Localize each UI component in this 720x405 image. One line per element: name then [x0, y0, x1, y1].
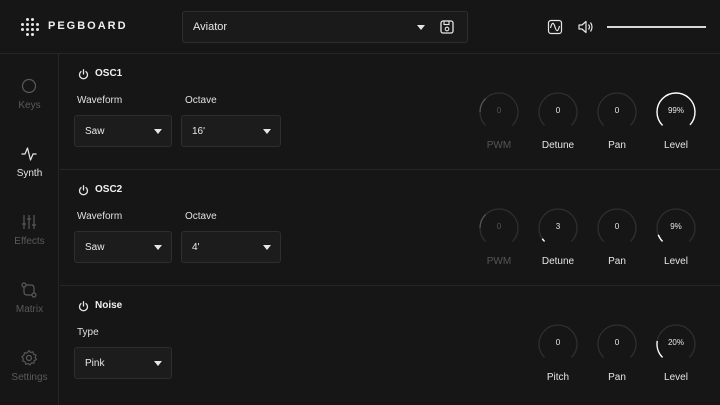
sidebar-item-label: Effects — [14, 236, 45, 247]
app-brand: PEGBOARD — [48, 20, 128, 32]
logo-dot — [31, 28, 34, 31]
routing-icon — [21, 282, 37, 298]
osc2-section: OSC2 Waveform Octave Saw 4' 0 PWM 3 Detu… — [60, 170, 720, 286]
sidebar-item-label: Keys — [18, 100, 41, 111]
logo-dot — [31, 18, 34, 21]
sidebar-item-effects[interactable]: Effects — [0, 213, 59, 273]
logo-dot — [21, 23, 24, 26]
noise-section: Noise Type Pink 0 Pitch 0 Pan 20% Level — [60, 286, 720, 402]
volume-slider[interactable] — [607, 26, 706, 28]
gear-icon — [21, 349, 38, 366]
preset-selector[interactable]: Aviator — [182, 11, 468, 43]
octave-value: 4' — [192, 242, 200, 253]
sliders-icon — [22, 215, 36, 229]
logo-dot — [36, 28, 39, 31]
level-knob[interactable]: 20% Level — [655, 323, 697, 383]
knob-value: 20% — [667, 338, 684, 347]
knob-label: Level — [664, 372, 688, 383]
logo-dot — [26, 18, 29, 21]
waveform-label: Waveform — [77, 211, 123, 222]
power-icon[interactable] — [78, 301, 89, 312]
knob-value: 0 — [614, 106, 620, 115]
osc1-title: OSC1 — [95, 68, 123, 79]
sidebar-item-label: Synth — [16, 168, 43, 179]
preset-name: Aviator — [193, 21, 228, 33]
sidebar-item-settings[interactable]: Settings — [0, 349, 59, 405]
pan-knob[interactable]: 0 Pan — [596, 91, 638, 151]
pitch-knob[interactable]: 0 Pitch — [537, 323, 579, 383]
circle-icon — [21, 78, 37, 94]
pwm-knob[interactable]: 0 PWM — [478, 207, 520, 267]
osc2-title: OSC2 — [95, 184, 123, 195]
logo-dot — [31, 23, 34, 26]
type-label: Type — [77, 327, 99, 338]
knob-label: Level — [664, 140, 688, 151]
osc1-waveform-select[interactable]: Saw — [74, 115, 172, 147]
knob-value: 0 — [496, 222, 502, 231]
knob-value: 0 — [614, 338, 620, 347]
waveform-label: Waveform — [77, 95, 123, 106]
type-value: Pink — [85, 358, 105, 369]
waveform-icon — [21, 147, 37, 161]
osc1-octave-select[interactable]: 16' — [181, 115, 281, 147]
waveform-value: Saw — [85, 242, 105, 253]
sidebar-item-synth[interactable]: Synth — [0, 145, 59, 205]
sidebar-item-matrix[interactable]: Matrix — [0, 281, 59, 341]
chevron-down-icon — [154, 129, 162, 134]
level-knob[interactable]: 99% Level — [655, 91, 697, 151]
knob-value: 0 — [555, 106, 561, 115]
save-icon[interactable] — [439, 19, 455, 35]
logo-dot — [26, 23, 29, 26]
osc1-section: OSC1 Waveform Octave Saw 16' 0 PWM 0 Det… — [60, 54, 720, 170]
volume-icon[interactable] — [577, 19, 594, 35]
chevron-down-icon — [154, 245, 162, 250]
power-icon[interactable] — [78, 185, 89, 196]
pan-knob[interactable]: 0 Pan — [596, 323, 638, 383]
pan-knob[interactable]: 0 Pan — [596, 207, 638, 267]
octave-label: Octave — [185, 95, 217, 106]
knob-value: 99% — [667, 106, 684, 115]
knob-label: Level — [664, 256, 688, 267]
knob-value: 9% — [670, 222, 682, 231]
waveform-value: Saw — [85, 126, 105, 137]
detune-knob[interactable]: 3 Detune — [537, 207, 579, 267]
sidebar: Keys Synth Effects Matrix Settings — [0, 54, 59, 405]
knob-value: 0 — [555, 338, 561, 347]
knob-value: 0 — [614, 222, 620, 231]
logo-dot — [26, 33, 29, 36]
chevron-down-icon — [263, 129, 271, 134]
osc2-waveform-select[interactable]: Saw — [74, 231, 172, 263]
chevron-down-icon — [154, 361, 162, 366]
chevron-down-icon — [417, 25, 425, 30]
logo-dot — [26, 28, 29, 31]
logo-dot — [36, 23, 39, 26]
knob-value-arc — [541, 238, 546, 242]
detune-knob[interactable]: 0 Detune — [537, 91, 579, 151]
knob-value: 0 — [496, 106, 502, 115]
octave-label: Octave — [185, 211, 217, 222]
noise-type-select[interactable]: Pink — [74, 347, 172, 379]
logo-dot — [21, 28, 24, 31]
power-icon[interactable] — [78, 69, 89, 80]
knob-value: 3 — [555, 222, 561, 231]
sidebar-item-keys[interactable]: Keys — [0, 77, 59, 137]
sidebar-item-label: Settings — [11, 372, 48, 383]
level-knob[interactable]: 9% Level — [655, 207, 697, 267]
pwm-knob[interactable]: 0 PWM — [478, 91, 520, 151]
osc2-octave-select[interactable]: 4' — [181, 231, 281, 263]
sidebar-item-label: Matrix — [15, 304, 44, 315]
chevron-down-icon — [263, 245, 271, 250]
pegboard-logo-icon — [20, 17, 40, 37]
octave-value: 16' — [192, 126, 206, 137]
logo-dot — [31, 33, 34, 36]
top-bar: PEGBOARD Aviator — [0, 0, 720, 54]
noise-title: Noise — [95, 300, 123, 311]
oscilloscope-icon[interactable] — [547, 19, 563, 35]
knob-value-arc — [657, 234, 664, 242]
